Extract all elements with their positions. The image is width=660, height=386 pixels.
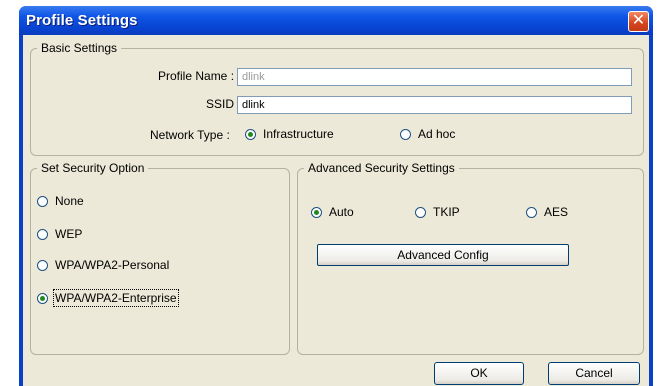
radio-infrastructure-label: Infrastructure xyxy=(263,127,334,141)
profile-name-field[interactable] xyxy=(237,68,632,86)
window-title: Profile Settings xyxy=(26,12,138,29)
radio-security-wpa-enterprise[interactable]: WPA/WPA2-Enterprise xyxy=(37,289,179,307)
title-bar[interactable]: Profile Settings ✕ xyxy=(19,6,653,35)
radio-ad-hoc[interactable]: Ad hoc xyxy=(400,127,455,141)
ssid-field[interactable] xyxy=(237,96,632,114)
radio-cipher-aes-label: AES xyxy=(544,205,569,219)
radio-cipher-auto-indicator xyxy=(311,206,322,218)
radio-cipher-aes[interactable]: AES xyxy=(526,205,568,219)
radio-cipher-tkip-label: TKIP xyxy=(433,205,460,219)
basic-settings-legend: Basic Settings xyxy=(41,41,118,55)
radio-cipher-aes-indicator xyxy=(526,206,537,218)
advanced-security-legend: Advanced Security Settings xyxy=(308,161,455,175)
close-button[interactable]: ✕ xyxy=(628,11,649,32)
radio-ad-hoc-indicator xyxy=(400,128,411,140)
ssid-label: SSID : xyxy=(206,97,241,111)
radio-security-wep-label: WEP xyxy=(55,227,83,241)
dialog-body: Basic Settings Profile Name : SSID : Net… xyxy=(23,35,649,386)
radio-infrastructure-indicator xyxy=(245,128,256,140)
radio-cipher-tkip[interactable]: TKIP xyxy=(415,205,460,219)
radio-security-wpa-enterprise-label: WPA/WPA2-Enterprise xyxy=(53,289,179,307)
advanced-config-button[interactable]: Advanced Config xyxy=(317,244,569,266)
radio-cipher-auto-label: Auto xyxy=(329,205,354,219)
cancel-button[interactable]: Cancel xyxy=(548,362,640,385)
radio-security-wpa-enterprise-indicator xyxy=(37,292,48,304)
radio-infrastructure[interactable]: Infrastructure xyxy=(245,127,334,141)
radio-cipher-auto[interactable]: Auto xyxy=(311,205,354,219)
profile-name-label: Profile Name : xyxy=(158,69,235,83)
radio-security-wpa-personal-label: WPA/WPA2-Personal xyxy=(55,258,170,272)
radio-cipher-tkip-indicator xyxy=(415,206,426,218)
radio-security-wep[interactable]: WEP xyxy=(37,227,82,241)
ok-button[interactable]: OK xyxy=(434,362,524,385)
radio-security-wpa-personal-indicator xyxy=(37,259,48,271)
radio-security-none-indicator xyxy=(37,195,48,207)
radio-security-none-label: None xyxy=(55,194,84,208)
network-type-label: Network Type : xyxy=(150,128,230,142)
security-option-legend: Set Security Option xyxy=(41,161,145,175)
radio-security-wpa-personal[interactable]: WPA/WPA2-Personal xyxy=(37,258,169,272)
radio-ad-hoc-label: Ad hoc xyxy=(418,127,456,141)
radio-security-none[interactable]: None xyxy=(37,194,84,208)
radio-security-wep-indicator xyxy=(37,228,48,240)
profile-settings-window: Profile Settings ✕ Basic Settings Profil… xyxy=(19,6,653,386)
